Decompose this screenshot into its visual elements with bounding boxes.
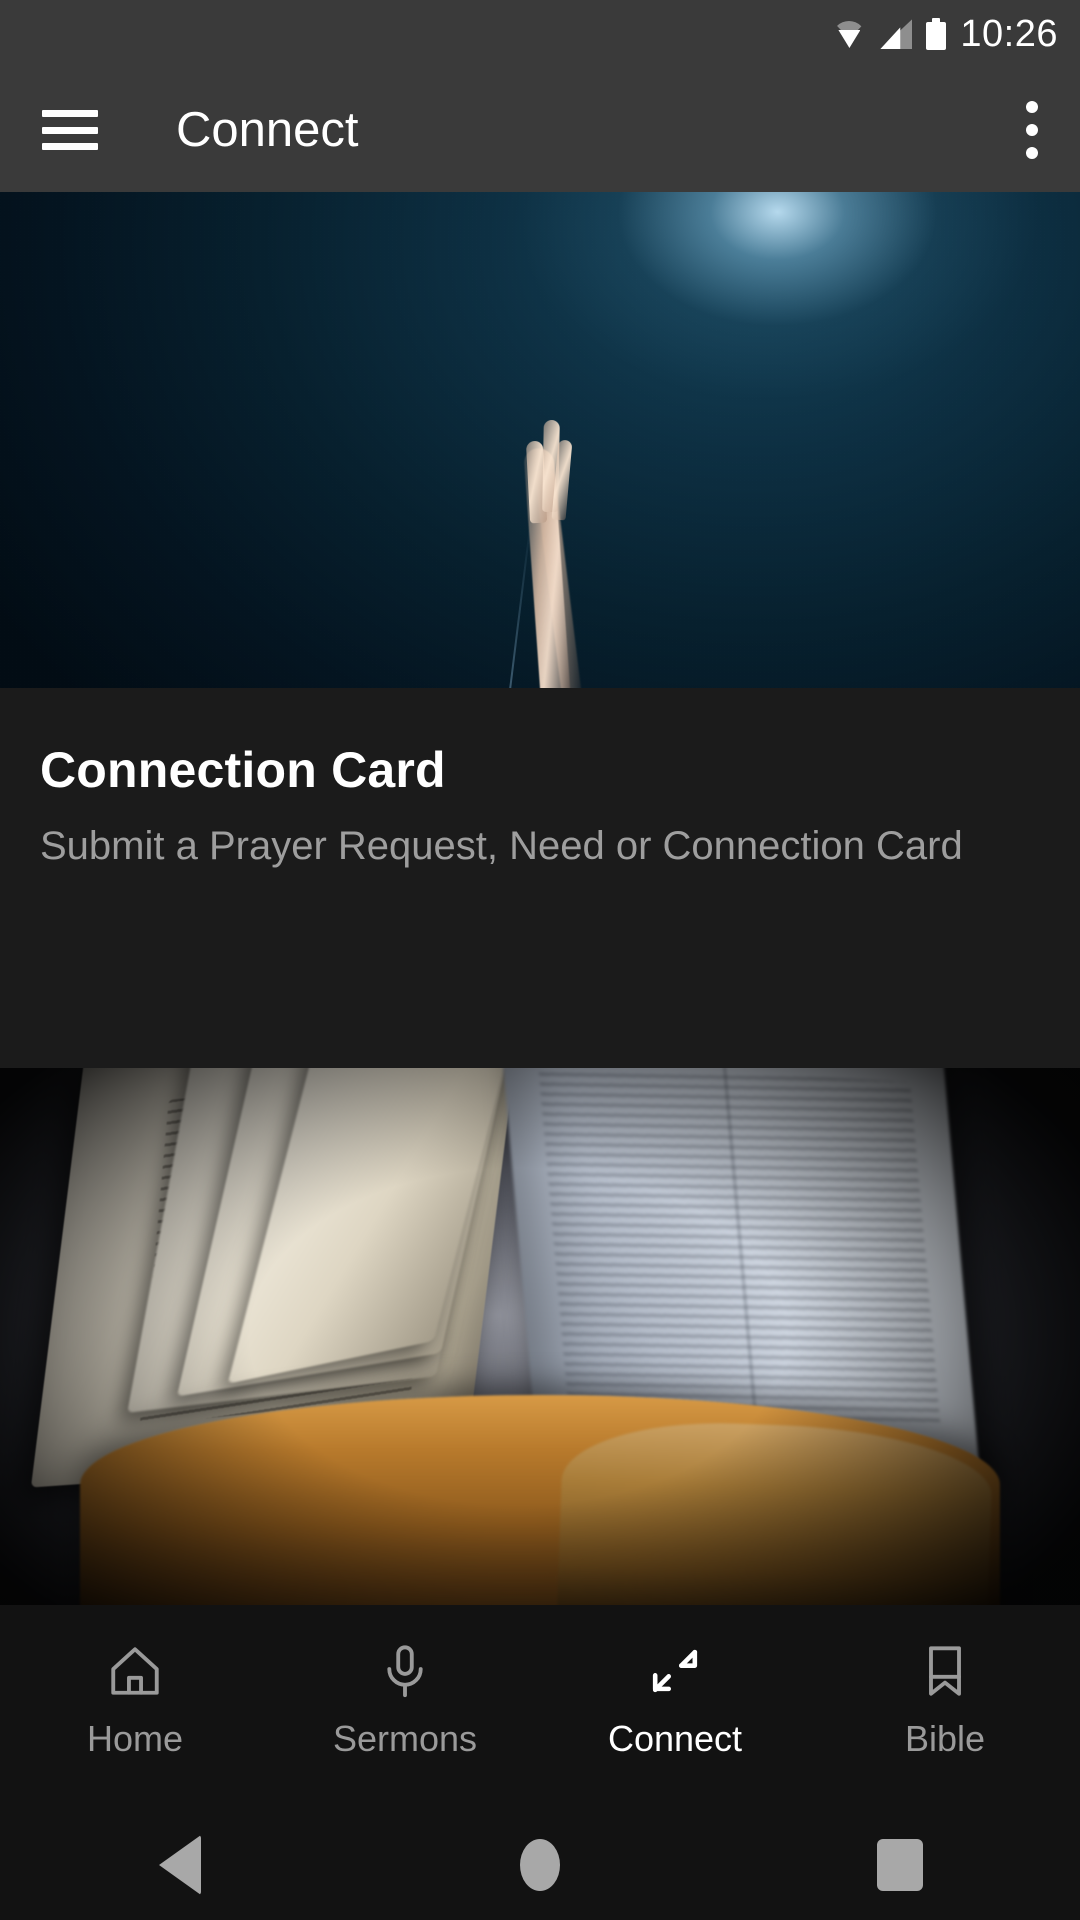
status-bar-clock: 10:26: [960, 13, 1058, 55]
connection-card-item[interactable]: Connection Card Submit a Prayer Request,…: [0, 688, 1080, 1068]
tab-label-connect: Connect: [607, 1718, 743, 1759]
tab-connect[interactable]: Connect: [540, 1605, 810, 1757]
recents-square-icon[interactable]: [840, 1809, 960, 1920]
card-subtitle: Submit a Prayer Request, Need or Connect…: [40, 823, 963, 868]
battery-icon: [926, 18, 947, 50]
open-bible-image-item[interactable]: [0, 1068, 1080, 1605]
compress-arrows-icon: [643, 1639, 707, 1703]
app-toolbar: Connect: [0, 68, 1080, 192]
tab-label-bible: Bible: [904, 1718, 986, 1759]
tab-sermons[interactable]: Sermons: [270, 1605, 540, 1757]
back-triangle-icon[interactable]: [120, 1809, 240, 1920]
book-icon: [913, 1639, 977, 1703]
page-title: Connect: [176, 102, 359, 157]
home-icon: [103, 1639, 167, 1703]
wifi-icon: [832, 19, 867, 49]
app-screen: 10:26 Connect Connection Card Submit a P…: [0, 0, 1080, 1920]
bible-vignette: [0, 1068, 1080, 1605]
card-title: Connection Card: [40, 742, 446, 798]
raised-hand-silhouette: [498, 378, 618, 688]
hamburger-menu-icon[interactable]: [42, 110, 98, 150]
home-circle-icon[interactable]: [480, 1809, 600, 1920]
tab-bible[interactable]: Bible: [810, 1605, 1080, 1757]
tab-label-sermons: Sermons: [332, 1718, 478, 1759]
microphone-icon: [373, 1639, 437, 1703]
status-bar: 10:26: [0, 0, 1080, 68]
tab-label-home: Home: [86, 1718, 184, 1759]
bottom-tab-bar: Home Sermons Connect Bible: [0, 1605, 1080, 1809]
more-vertical-icon[interactable]: [1026, 101, 1038, 159]
android-system-nav: [0, 1809, 1080, 1920]
tab-home[interactable]: Home: [0, 1605, 270, 1757]
hero-image-raised-hand[interactable]: [0, 192, 1080, 688]
cellular-signal-icon: [880, 19, 913, 49]
